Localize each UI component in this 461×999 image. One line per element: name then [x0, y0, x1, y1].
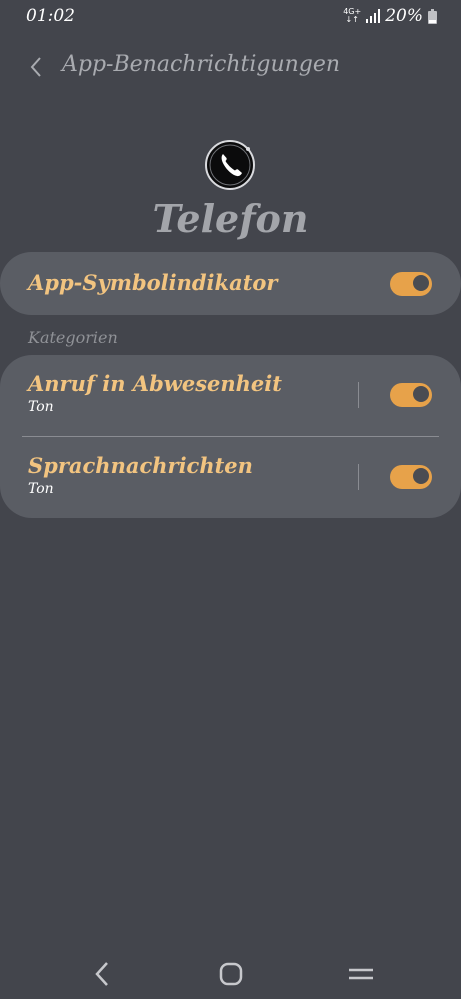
row-divider — [22, 436, 439, 437]
categories-card: Anruf in Abwesenheit Ton Sprachnachricht… — [0, 355, 461, 518]
recents-icon — [349, 968, 373, 980]
category-sub: Ton — [28, 399, 54, 415]
voicemail-toggle[interactable] — [390, 465, 432, 489]
chevron-left-icon — [95, 962, 108, 986]
status-time: 01:02 — [26, 6, 75, 26]
status-icons: 4G+ ↓↑ 20% — [343, 6, 437, 26]
signal-icon — [366, 9, 381, 23]
nav-back-button[interactable] — [82, 954, 122, 994]
home-icon — [219, 962, 243, 986]
nav-home-button[interactable] — [211, 954, 251, 994]
toggle-knob — [412, 385, 430, 403]
header: App-Benachrichtigungen — [0, 44, 461, 90]
phone-icon — [205, 140, 255, 190]
missed-call-toggle[interactable] — [390, 383, 432, 407]
app-badge-row[interactable]: App-Symbolindikator — [0, 252, 461, 315]
category-label: Sprachnachrichten — [28, 453, 253, 478]
system-nav-bar — [0, 950, 461, 999]
battery-percent: 20% — [385, 6, 423, 26]
battery-icon — [428, 8, 437, 24]
status-bar: 01:02 4G+ ↓↑ 20% — [0, 0, 461, 34]
network-indicator: 4G+ ↓↑ — [343, 8, 361, 24]
back-arrow-icon — [30, 57, 41, 77]
nav-recents-button[interactable] — [341, 954, 381, 994]
category-label: Anruf in Abwesenheit — [28, 371, 282, 396]
app-badge-toggle[interactable] — [390, 272, 432, 296]
divider — [358, 382, 359, 408]
app-name: Telefon — [152, 196, 309, 241]
page-title: App-Benachrichtigungen — [62, 52, 341, 77]
back-button[interactable] — [22, 52, 50, 82]
data-arrows-icon: ↓↑ — [345, 15, 359, 24]
divider — [358, 464, 359, 490]
app-badge-label: App-Symbolindikator — [28, 270, 278, 295]
category-sub: Ton — [28, 481, 54, 497]
toggle-knob — [412, 467, 430, 485]
toggle-knob — [412, 274, 430, 292]
categories-section-label: Kategorien — [28, 328, 118, 347]
